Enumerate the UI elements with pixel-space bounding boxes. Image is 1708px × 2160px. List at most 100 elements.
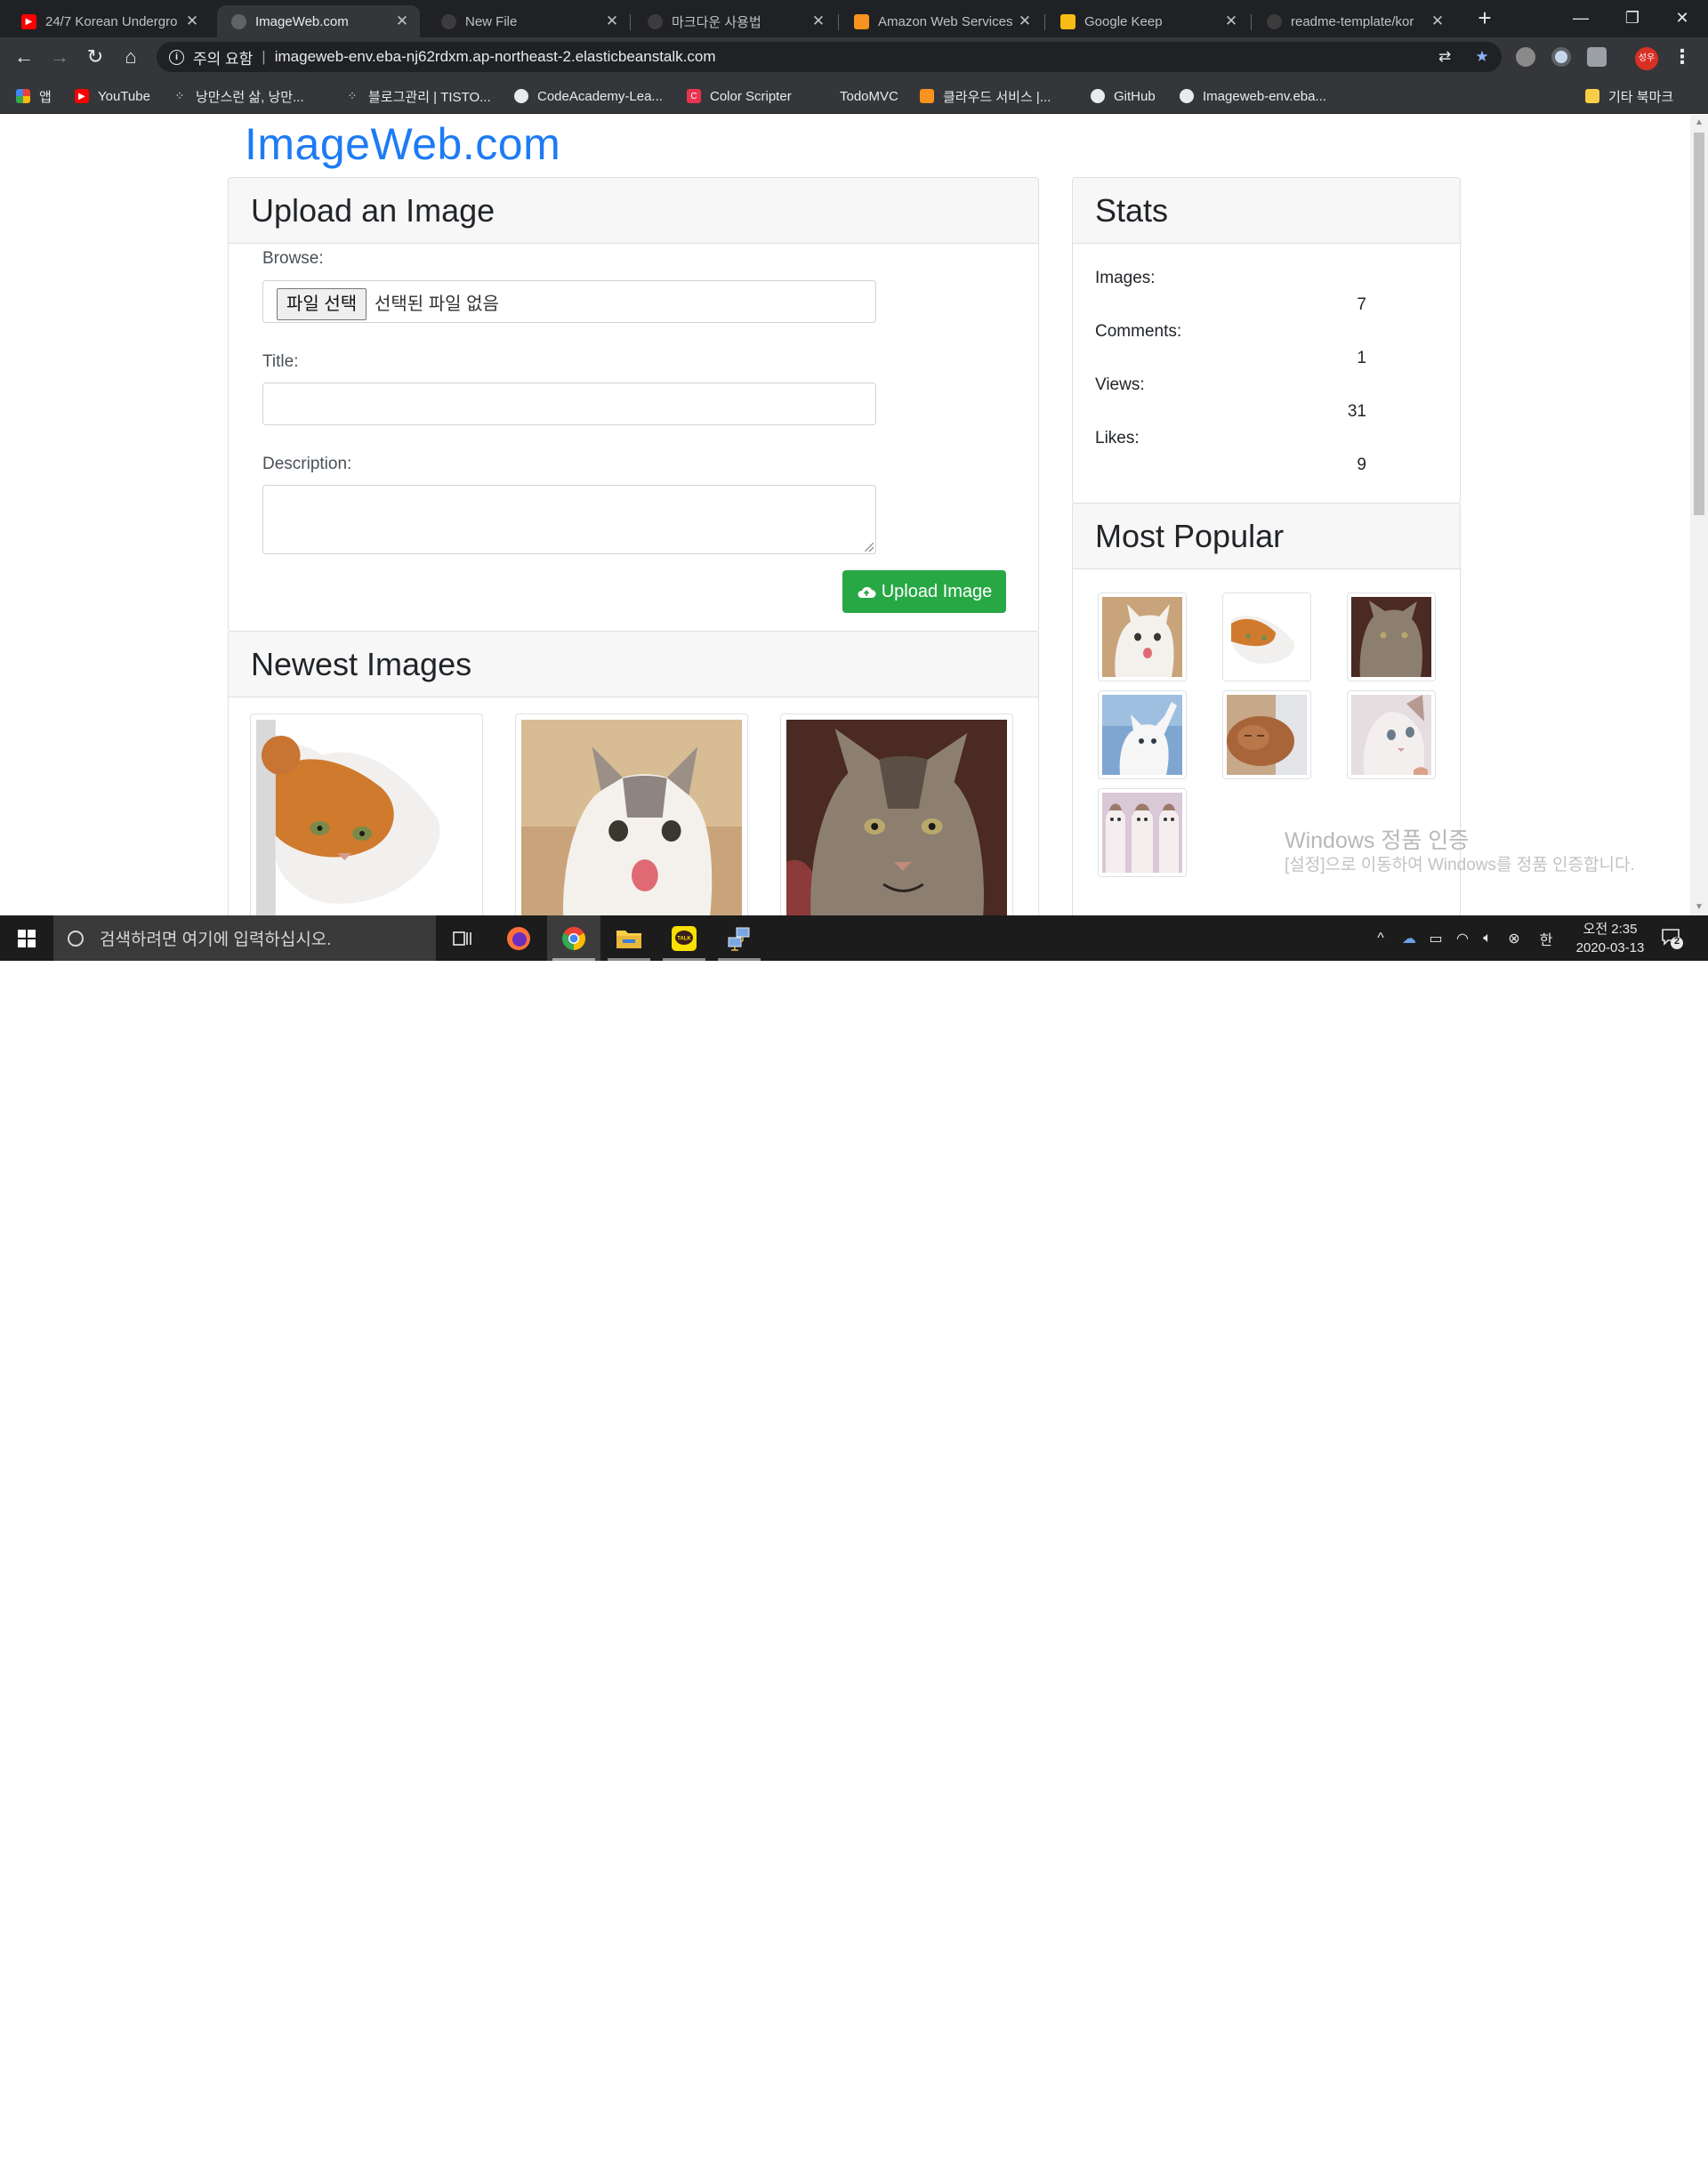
white-kitten-meowing[interactable]	[521, 720, 742, 915]
white-kitten-meowing[interactable]	[1102, 597, 1182, 677]
scrollbar-thumb[interactable]	[1694, 133, 1704, 515]
site-logo[interactable]: ImageWeb.com	[245, 118, 560, 170]
home-button[interactable]: ⌂	[116, 43, 146, 73]
volume-icon[interactable]: 🔈︎	[1475, 915, 1500, 961]
resize-handle-icon[interactable]	[865, 543, 874, 552]
reload-button[interactable]: ↻	[80, 43, 110, 73]
bookmark-imageweb-env[interactable]: Imageweb-env.eba...	[1180, 86, 1326, 106]
ime-indicator[interactable]: 한	[1530, 915, 1562, 961]
close-tab-icon[interactable]: ✕	[811, 12, 826, 30]
bookmark-aws-cloud[interactable]: 클라우드 서비스 |...	[920, 86, 1051, 106]
bookmark-apps[interactable]: 앱	[16, 86, 52, 106]
bookmark-tistory-1[interactable]: ⁘ 낭만스런 삶, 낭만...	[173, 86, 304, 106]
sleeping-orange-cat[interactable]	[1227, 695, 1307, 775]
close-tab-icon[interactable]: ✕	[185, 12, 199, 30]
extension-icon[interactable]	[1516, 47, 1535, 67]
task-view-button[interactable]	[436, 915, 489, 961]
scroll-up-arrow-icon[interactable]: ▲	[1690, 115, 1708, 131]
popular-thumbnail[interactable]	[1222, 690, 1311, 779]
white-cat-looking-up[interactable]	[1351, 695, 1431, 775]
orange-white-cat-peeking[interactable]	[1227, 597, 1307, 677]
tab-google-keep[interactable]: Google Keep ✕	[1046, 5, 1249, 37]
scroll-down-arrow-icon[interactable]: ▼	[1690, 899, 1708, 915]
bookmark-todomvc[interactable]: TodoMVC	[817, 86, 898, 106]
stat-likes-value: 9	[1357, 455, 1366, 474]
description-textarea[interactable]	[262, 485, 876, 554]
white-cat-waving[interactable]	[1102, 695, 1182, 775]
newest-image-item[interactable]	[250, 713, 483, 915]
taskbar-search-box[interactable]: 검색하려면 여기에 입력하십시오.	[53, 915, 436, 961]
orange-white-cat-peeking[interactable]	[256, 720, 477, 915]
tab-title: Amazon Web Services	[878, 13, 1013, 29]
address-bar[interactable]: i 주의 요함 | imageweb-env.eba-nj62rdxm.ap-n…	[157, 42, 1502, 72]
info-icon[interactable]: i	[169, 49, 184, 65]
tab-aws[interactable]: Amazon Web Services ✕	[840, 5, 1043, 37]
close-tab-icon[interactable]: ✕	[1018, 12, 1032, 30]
tistory-icon: ⁘	[174, 89, 185, 102]
no-network-icon[interactable]: ⊗	[1502, 915, 1527, 961]
close-tab-icon[interactable]: ✕	[1430, 12, 1445, 30]
popular-thumbnail[interactable]	[1098, 690, 1187, 779]
tab-markdown[interactable]: 마크다운 사용법 ✕	[633, 5, 836, 37]
other-bookmarks[interactable]: 기타 북마크	[1585, 86, 1673, 106]
security-status[interactable]: 주의 요함	[193, 46, 253, 69]
close-tab-icon[interactable]: ✕	[1224, 12, 1238, 30]
popular-thumbnail[interactable]	[1347, 592, 1436, 681]
bookmark-star-icon[interactable]: ★	[1470, 44, 1494, 69]
back-button[interactable]: ←	[9, 43, 39, 73]
bookmark-github[interactable]: GitHub	[1091, 86, 1156, 106]
title-input[interactable]	[262, 383, 876, 425]
show-hidden-icons-button[interactable]: ^	[1370, 915, 1391, 961]
tab-imageweb[interactable]: ImageWeb.com ✕	[217, 5, 420, 37]
profile-avatar[interactable]: 성우	[1635, 47, 1658, 70]
minimize-button[interactable]: —	[1555, 0, 1607, 36]
restore-button[interactable]: ❐	[1607, 0, 1658, 36]
popular-thumbnail[interactable]	[1098, 788, 1187, 877]
bookmark-label: TodoMVC	[840, 88, 898, 104]
bookmark-color-scripter[interactable]: C Color Scripter	[687, 86, 792, 106]
newest-image-item[interactable]	[780, 713, 1013, 915]
popular-thumbnail[interactable]	[1222, 592, 1311, 681]
wifi-icon[interactable]: ◠	[1450, 915, 1475, 961]
close-window-button[interactable]: ✕	[1656, 0, 1708, 36]
menu-dots-icon[interactable]: ⋮	[1672, 45, 1692, 70]
tab-new-file[interactable]: New File ✕	[427, 5, 630, 37]
tab-youtube[interactable]: ▶ 24/7 Korean Undergro ✕	[7, 5, 210, 37]
upload-image-button[interactable]: Upload Image	[842, 570, 1006, 613]
newest-image-item[interactable]	[515, 713, 748, 915]
bookmark-youtube[interactable]: ▶ YouTube	[75, 86, 150, 106]
network-computers-icon	[728, 927, 750, 951]
battery-icon[interactable]: ▭	[1423, 915, 1448, 961]
bookmark-codeacademy[interactable]: CodeAcademy-Lea...	[514, 86, 663, 106]
popular-thumbnail[interactable]	[1347, 690, 1436, 779]
new-tab-button[interactable]: +	[1473, 6, 1496, 30]
action-center-button[interactable]: 2	[1660, 926, 1683, 949]
running-indicator	[663, 958, 705, 961]
translate-icon[interactable]: ⇄	[1432, 44, 1457, 69]
forward-button[interactable]: →	[44, 43, 75, 73]
taskbar-firefox[interactable]	[492, 915, 545, 961]
grumpy-tabby-cat[interactable]	[1351, 597, 1431, 677]
three-kittens-standing[interactable]	[1102, 793, 1182, 873]
start-button[interactable]	[0, 915, 53, 961]
taskbar-chrome[interactable]	[547, 915, 600, 961]
popular-thumbnail[interactable]	[1098, 592, 1187, 681]
file-input[interactable]: 파일 선택 선택된 파일 없음	[262, 280, 876, 323]
close-tab-icon[interactable]: ✕	[605, 12, 619, 30]
taskbar-kakaotalk[interactable]: TALK	[657, 915, 711, 961]
tab-separator	[1251, 14, 1252, 30]
tab-readme-template[interactable]: readme-template/kor ✕	[1253, 5, 1455, 37]
onedrive-icon[interactable]: ☁	[1397, 915, 1422, 961]
folder-icon	[616, 930, 641, 948]
extension-icon[interactable]	[1551, 47, 1571, 67]
url-text[interactable]: imageweb-env.eba-nj62rdxm.ap-northeast-2…	[275, 48, 716, 66]
bookmark-tistory-2[interactable]: ⁘ 블로그관리 | TISTO...	[345, 86, 491, 106]
taskbar-clock[interactable]: 오전 2:35 2020-03-13	[1566, 920, 1655, 957]
taskbar-file-explorer[interactable]	[602, 915, 656, 961]
keep-extension-icon[interactable]	[1587, 47, 1607, 67]
page-scrollbar[interactable]: ▲ ▼	[1690, 115, 1708, 915]
grumpy-tabby-cat[interactable]	[786, 720, 1007, 915]
choose-file-button[interactable]: 파일 선택	[277, 288, 367, 320]
taskbar-network-app[interactable]	[713, 915, 766, 961]
close-tab-icon[interactable]: ✕	[395, 12, 409, 30]
